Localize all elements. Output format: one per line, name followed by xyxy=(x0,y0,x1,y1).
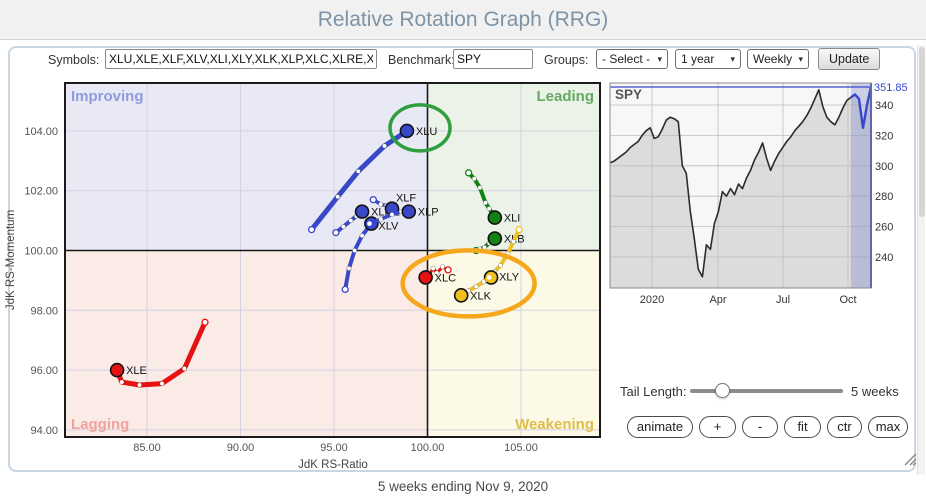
groups-label: Groups: xyxy=(544,53,588,67)
svg-text:320: 320 xyxy=(875,130,893,142)
dot-XLK[interactable] xyxy=(455,289,468,302)
svg-text:98.00: 98.00 xyxy=(30,305,58,317)
chevron-down-icon: ▾ xyxy=(730,54,735,65)
quadrant-label-lagging: Lagging xyxy=(71,416,129,433)
center-button[interactable]: ctr xyxy=(827,416,862,438)
chart-buttons: animate + - fit ctr max xyxy=(627,416,908,438)
svg-text:94.00: 94.00 xyxy=(30,425,58,437)
dot-XLC[interactable] xyxy=(419,271,432,284)
dot-XLP[interactable] xyxy=(402,205,415,218)
dot-XLRE[interactable] xyxy=(356,205,369,218)
label-XLK: XLK xyxy=(470,290,491,302)
app-header: Relative Rotation Graph (RRG) xyxy=(0,0,926,40)
svg-text:280: 280 xyxy=(875,191,893,203)
y-axis-title: JdK RS-Momentum xyxy=(5,210,17,310)
svg-text:Oct: Oct xyxy=(839,294,856,306)
update-button[interactable]: Update xyxy=(818,48,880,70)
label-XLE: XLE xyxy=(126,365,147,377)
spy-symbol-label: SPY xyxy=(615,87,642,102)
dot-XLU[interactable] xyxy=(400,124,413,137)
svg-text:240: 240 xyxy=(875,252,893,264)
svg-text:260: 260 xyxy=(875,222,893,234)
tail-length-label: Tail Length: xyxy=(620,384,687,399)
footer-caption: 5 weeks ending Nov 9, 2020 xyxy=(0,479,926,494)
svg-text:Jul: Jul xyxy=(776,294,790,306)
svg-text:85.00: 85.00 xyxy=(133,442,161,454)
svg-text:Apr: Apr xyxy=(709,294,726,306)
tail-length-value: 5 weeks xyxy=(851,384,899,399)
period-select[interactable]: 1 year ▾ xyxy=(675,49,741,69)
chevron-down-icon: ▾ xyxy=(657,54,662,65)
zoom-in-button[interactable]: + xyxy=(699,416,736,438)
page-title: Relative Rotation Graph (RRG) xyxy=(0,0,926,40)
zoom-out-button[interactable]: - xyxy=(742,416,778,438)
label-XLP: XLP xyxy=(418,207,439,219)
svg-text:300: 300 xyxy=(875,161,893,173)
slider-thumb[interactable] xyxy=(715,383,730,398)
label-XLI: XLI xyxy=(504,213,521,225)
groups-select[interactable]: - Select - ▾ xyxy=(596,49,668,69)
label-XLY: XLY xyxy=(499,271,520,283)
svg-text:105.00: 105.00 xyxy=(504,442,538,454)
label-XLV: XLV xyxy=(378,221,399,233)
dot-XLB[interactable] xyxy=(488,232,501,245)
resize-handle-icon[interactable] xyxy=(901,451,918,466)
benchmark-input[interactable] xyxy=(453,49,533,69)
svg-text:340: 340 xyxy=(875,100,893,112)
rrg-chart[interactable]: 85.00 90.00 95.00 100.00 105.00 104.00 102.00 1… xyxy=(0,75,606,475)
label-XLU: XLU xyxy=(416,126,437,138)
fit-button[interactable]: fit xyxy=(784,416,821,438)
svg-text:100.00: 100.00 xyxy=(411,442,445,454)
chevron-down-icon: ▾ xyxy=(798,54,803,65)
frequency-select-value: Weekly xyxy=(753,52,792,66)
symbols-input[interactable] xyxy=(105,49,377,69)
benchmark-label: Benchmark: xyxy=(388,53,455,67)
max-button[interactable]: max xyxy=(868,416,908,438)
quadrant-label-improving: Improving xyxy=(71,88,144,105)
quadrant-label-leading: Leading xyxy=(536,88,594,105)
label-XLF: XLF xyxy=(396,193,416,205)
dot-XLI[interactable] xyxy=(488,211,501,224)
svg-text:90.00: 90.00 xyxy=(227,442,255,454)
svg-text:100.00: 100.00 xyxy=(24,246,58,258)
animate-button[interactable]: animate xyxy=(627,416,693,438)
svg-text:96.00: 96.00 xyxy=(30,365,58,377)
spy-chart: 340 320 300 280 260 240 2020 Apr Jul Oct SPY 351.85 xyxy=(605,78,921,310)
rrg-app: Relative Rotation Graph (RRG) Symbols: B… xyxy=(0,0,926,503)
spy-last-price: 351.85 xyxy=(874,82,908,94)
dot-XLE[interactable] xyxy=(111,364,124,377)
scrollbar-thumb[interactable] xyxy=(919,47,925,217)
frequency-select[interactable]: Weekly ▾ xyxy=(747,49,809,69)
label-XLC: XLC xyxy=(435,272,456,284)
scrollbar[interactable] xyxy=(917,45,925,475)
svg-text:2020: 2020 xyxy=(640,294,664,306)
tail-length-slider[interactable] xyxy=(690,389,843,393)
svg-text:102.00: 102.00 xyxy=(24,186,58,198)
quadrant-label-weakening: Weakening xyxy=(515,416,594,433)
x-axis-title: JdK RS-Ratio xyxy=(298,459,368,471)
svg-text:95.00: 95.00 xyxy=(320,442,348,454)
period-select-value: 1 year xyxy=(681,52,714,66)
groups-select-value: - Select - xyxy=(602,52,650,66)
symbols-label: Symbols: xyxy=(48,53,99,67)
svg-text:104.00: 104.00 xyxy=(24,126,58,138)
